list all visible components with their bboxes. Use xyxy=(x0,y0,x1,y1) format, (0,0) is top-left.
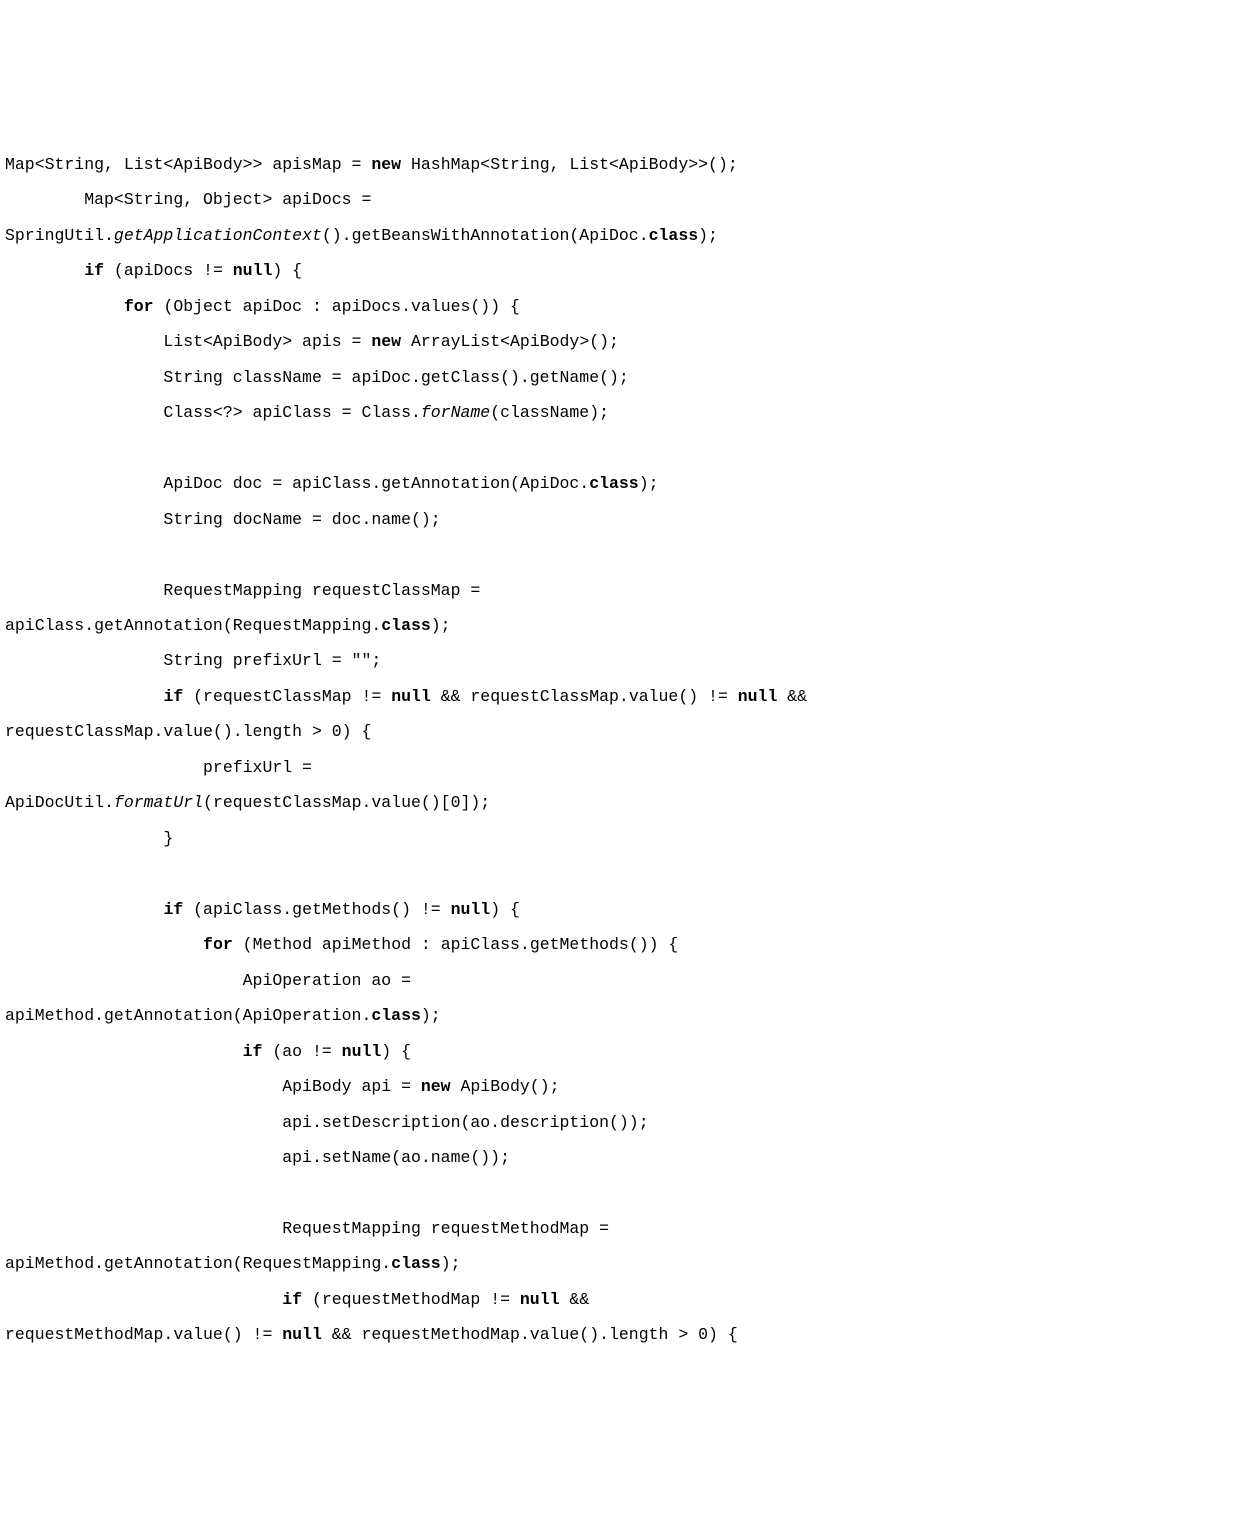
code-token xyxy=(5,1290,282,1309)
code-token xyxy=(5,935,203,954)
keyword-token: class xyxy=(371,1006,421,1025)
code-token: api.setDescription(ao.description()); xyxy=(5,1113,649,1132)
code-token: RequestMapping requestMethodMap = xyxy=(5,1219,619,1238)
keyword-token: if xyxy=(243,1042,263,1061)
code-token: prefixUrl = xyxy=(5,758,322,777)
code-token: String className = apiDoc.getClass().get… xyxy=(5,368,629,387)
keyword-token: if xyxy=(282,1290,302,1309)
code-token: (requestClassMap != xyxy=(183,687,391,706)
code-token: ) { xyxy=(381,1042,411,1061)
keyword-token: class xyxy=(649,226,699,245)
code-token: ApiDocUtil. xyxy=(5,793,114,812)
code-token: String prefixUrl = ""; xyxy=(5,651,381,670)
italic-call-token: getApplicationContext xyxy=(114,226,322,245)
keyword-token: null xyxy=(391,687,431,706)
code-token: String docName = doc.name(); xyxy=(5,510,441,529)
code-token: ApiBody api = xyxy=(5,1077,421,1096)
code-token: HashMap<String, List<ApiBody>>(); xyxy=(401,155,738,174)
code-token: (apiDocs != xyxy=(104,261,233,280)
code-token: && requestClassMap.value() != xyxy=(431,687,738,706)
code-token: ); xyxy=(441,1254,461,1273)
keyword-token: for xyxy=(203,935,233,954)
code-token xyxy=(5,1042,243,1061)
code-token: ApiBody(); xyxy=(451,1077,560,1096)
code-token: apiMethod.getAnnotation(ApiOperation. xyxy=(5,1006,371,1025)
code-token: ().getBeansWithAnnotation(ApiDoc. xyxy=(322,226,649,245)
code-token: ); xyxy=(639,474,659,493)
code-token: apiClass.getAnnotation(RequestMapping. xyxy=(5,616,381,635)
code-token xyxy=(5,687,163,706)
code-token: (requestClassMap.value()[0]); xyxy=(203,793,490,812)
code-token: api.setName(ao.name()); xyxy=(5,1148,510,1167)
code-token: } xyxy=(5,829,173,848)
code-token: Map<String, Object> apiDocs = xyxy=(5,190,381,209)
keyword-token: null xyxy=(738,687,778,706)
code-token: (className); xyxy=(490,403,609,422)
keyword-token: if xyxy=(163,900,183,919)
keyword-token: class xyxy=(381,616,431,635)
code-token: List<ApiBody> apis = xyxy=(5,332,371,351)
code-token: ApiOperation ao = xyxy=(5,971,421,990)
code-token: (Method apiMethod : apiClass.getMethods(… xyxy=(233,935,679,954)
code-block: Map<String, List<ApiBody>> apisMap = new… xyxy=(5,147,1235,1353)
keyword-token: for xyxy=(124,297,154,316)
code-token: SpringUtil. xyxy=(5,226,114,245)
keyword-token: class xyxy=(391,1254,441,1273)
code-token: requestMethodMap.value() != xyxy=(5,1325,282,1344)
code-token: ); xyxy=(698,226,718,245)
code-token: requestClassMap.value().length > 0) { xyxy=(5,722,371,741)
keyword-token: new xyxy=(371,155,401,174)
italic-call-token: formatUrl xyxy=(114,793,203,812)
code-token: ApiDoc doc = apiClass.getAnnotation(ApiD… xyxy=(5,474,589,493)
code-token xyxy=(5,297,124,316)
code-token: RequestMapping requestClassMap = xyxy=(5,581,490,600)
code-token: (Object apiDoc : apiDocs.values()) { xyxy=(154,297,520,316)
code-token: && xyxy=(560,1290,600,1309)
keyword-token: null xyxy=(520,1290,560,1309)
code-token: ) { xyxy=(490,900,520,919)
code-token: ArrayList<ApiBody>(); xyxy=(401,332,619,351)
keyword-token: null xyxy=(233,261,273,280)
code-token: (requestMethodMap != xyxy=(302,1290,520,1309)
keyword-token: if xyxy=(84,261,104,280)
keyword-token: null xyxy=(342,1042,382,1061)
keyword-token: new xyxy=(421,1077,451,1096)
code-token: apiMethod.getAnnotation(RequestMapping. xyxy=(5,1254,391,1273)
code-token: (apiClass.getMethods() != xyxy=(183,900,450,919)
keyword-token: null xyxy=(451,900,491,919)
code-token: ); xyxy=(421,1006,441,1025)
code-token: && requestMethodMap.value().length > 0) … xyxy=(322,1325,738,1344)
italic-call-token: forName xyxy=(421,403,490,422)
code-token: (ao != xyxy=(262,1042,341,1061)
code-token: ) { xyxy=(272,261,302,280)
code-token: Class<?> apiClass = Class. xyxy=(5,403,421,422)
code-token: ); xyxy=(431,616,451,635)
code-token: Map<String, List<ApiBody>> apisMap = xyxy=(5,155,371,174)
keyword-token: class xyxy=(589,474,639,493)
code-token xyxy=(5,900,163,919)
keyword-token: null xyxy=(282,1325,322,1344)
keyword-token: new xyxy=(371,332,401,351)
code-token: && xyxy=(777,687,817,706)
keyword-token: if xyxy=(163,687,183,706)
code-token xyxy=(5,261,84,280)
